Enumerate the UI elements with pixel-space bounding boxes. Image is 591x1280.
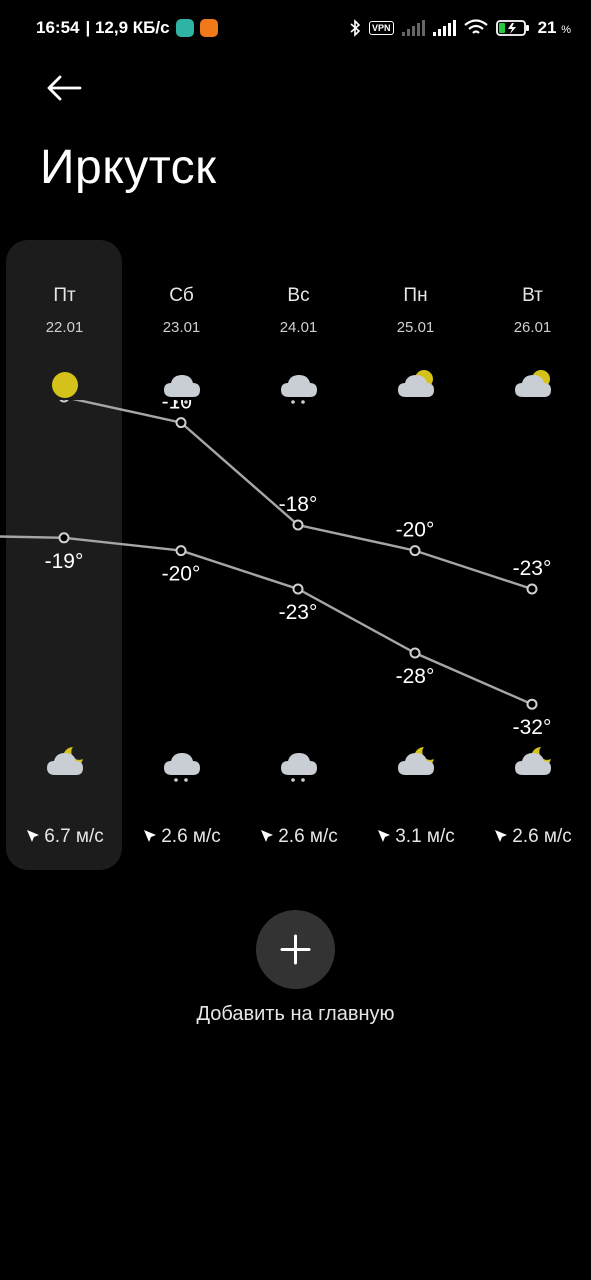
status-bar-left: 16:54 | 12,9 КБ/с	[36, 16, 218, 40]
high-temp-label: -18°	[279, 493, 318, 516]
wind-direction-icon	[493, 826, 512, 847]
high-temp-label: -23°	[513, 557, 552, 580]
clock: 16:54	[36, 18, 80, 37]
city-title: Иркутск	[40, 141, 217, 194]
day-name: Сб	[169, 285, 194, 306]
plus-icon	[280, 934, 311, 965]
high-temp-point	[409, 545, 421, 557]
wind-speed-value: 2.6 м/с	[161, 826, 221, 847]
high-temp-point	[526, 583, 538, 595]
wind-speed: 2.6 м/с	[240, 826, 357, 848]
wind-direction-icon	[259, 826, 278, 847]
low-temp-point	[409, 647, 421, 659]
low-temp-label: -20°	[162, 563, 201, 586]
wind-speed-value: 6.7 м/с	[44, 826, 104, 847]
low-temp-point	[58, 532, 70, 544]
day-date: 22.01	[45, 319, 84, 336]
high-temp-label: -20°	[396, 519, 435, 542]
mi-app-icon	[199, 19, 218, 37]
day-name: Вт	[522, 285, 543, 306]
high-temp-point	[59, 400, 69, 403]
wind-speed: 2.6 м/с	[123, 826, 240, 848]
day-date: 23.01	[162, 319, 201, 336]
low-temp-point	[292, 583, 304, 595]
day-name: Пн	[403, 285, 428, 306]
wind-speed: 2.6 м/с	[474, 826, 591, 848]
low-temp-label: -19°	[45, 550, 84, 573]
status-bar-right: VPN 21 %	[349, 16, 571, 40]
day-date: 25.01	[396, 319, 435, 336]
battery-percent: 21 %	[537, 18, 571, 37]
battery-icon	[495, 20, 529, 36]
signal-icon-sim2	[432, 20, 456, 36]
day-date: 26.01	[513, 319, 552, 336]
back-arrow-icon[interactable]	[44, 72, 84, 104]
wind-speed-value: 2.6 м/с	[278, 826, 338, 847]
wind-speed-value: 3.1 м/с	[395, 826, 455, 847]
high-temp-point	[292, 519, 304, 531]
temperature-chart: -8°-10°-18°-20°-23°-19°-20°-23°-28°-32°	[0, 400, 552, 739]
low-temp-point	[175, 545, 187, 557]
low-temp-label: -23°	[279, 601, 318, 624]
high-temp-label: -10°	[162, 400, 201, 414]
add-to-home-label: Добавить на главную	[196, 1003, 395, 1025]
high-temp-point	[175, 417, 187, 429]
day-name: Пт	[53, 285, 76, 306]
add-to-home-button[interactable]	[256, 910, 335, 989]
low-temp-point	[526, 698, 538, 710]
wind-direction-icon	[142, 826, 161, 847]
signal-icon-sim1	[401, 20, 425, 36]
low-temp-label: -28°	[396, 665, 435, 688]
bluetooth-icon	[350, 19, 361, 37]
notification-app-icon	[175, 19, 194, 37]
wind-speed-value: 2.6 м/с	[512, 826, 572, 847]
wifi-icon	[463, 19, 488, 34]
wind-direction-icon	[376, 826, 395, 847]
network-speed: | 12,9 КБ/с	[85, 18, 170, 37]
wind-speed: 3.1 м/с	[357, 826, 474, 848]
wind-speed: 6.7 м/с	[6, 826, 123, 848]
day-date: 24.01	[279, 319, 318, 336]
vpn-icon: VPN	[369, 21, 394, 35]
day-name: Вс	[287, 285, 310, 306]
wind-direction-icon	[25, 826, 44, 847]
low-temp-label: -32°	[513, 716, 552, 739]
